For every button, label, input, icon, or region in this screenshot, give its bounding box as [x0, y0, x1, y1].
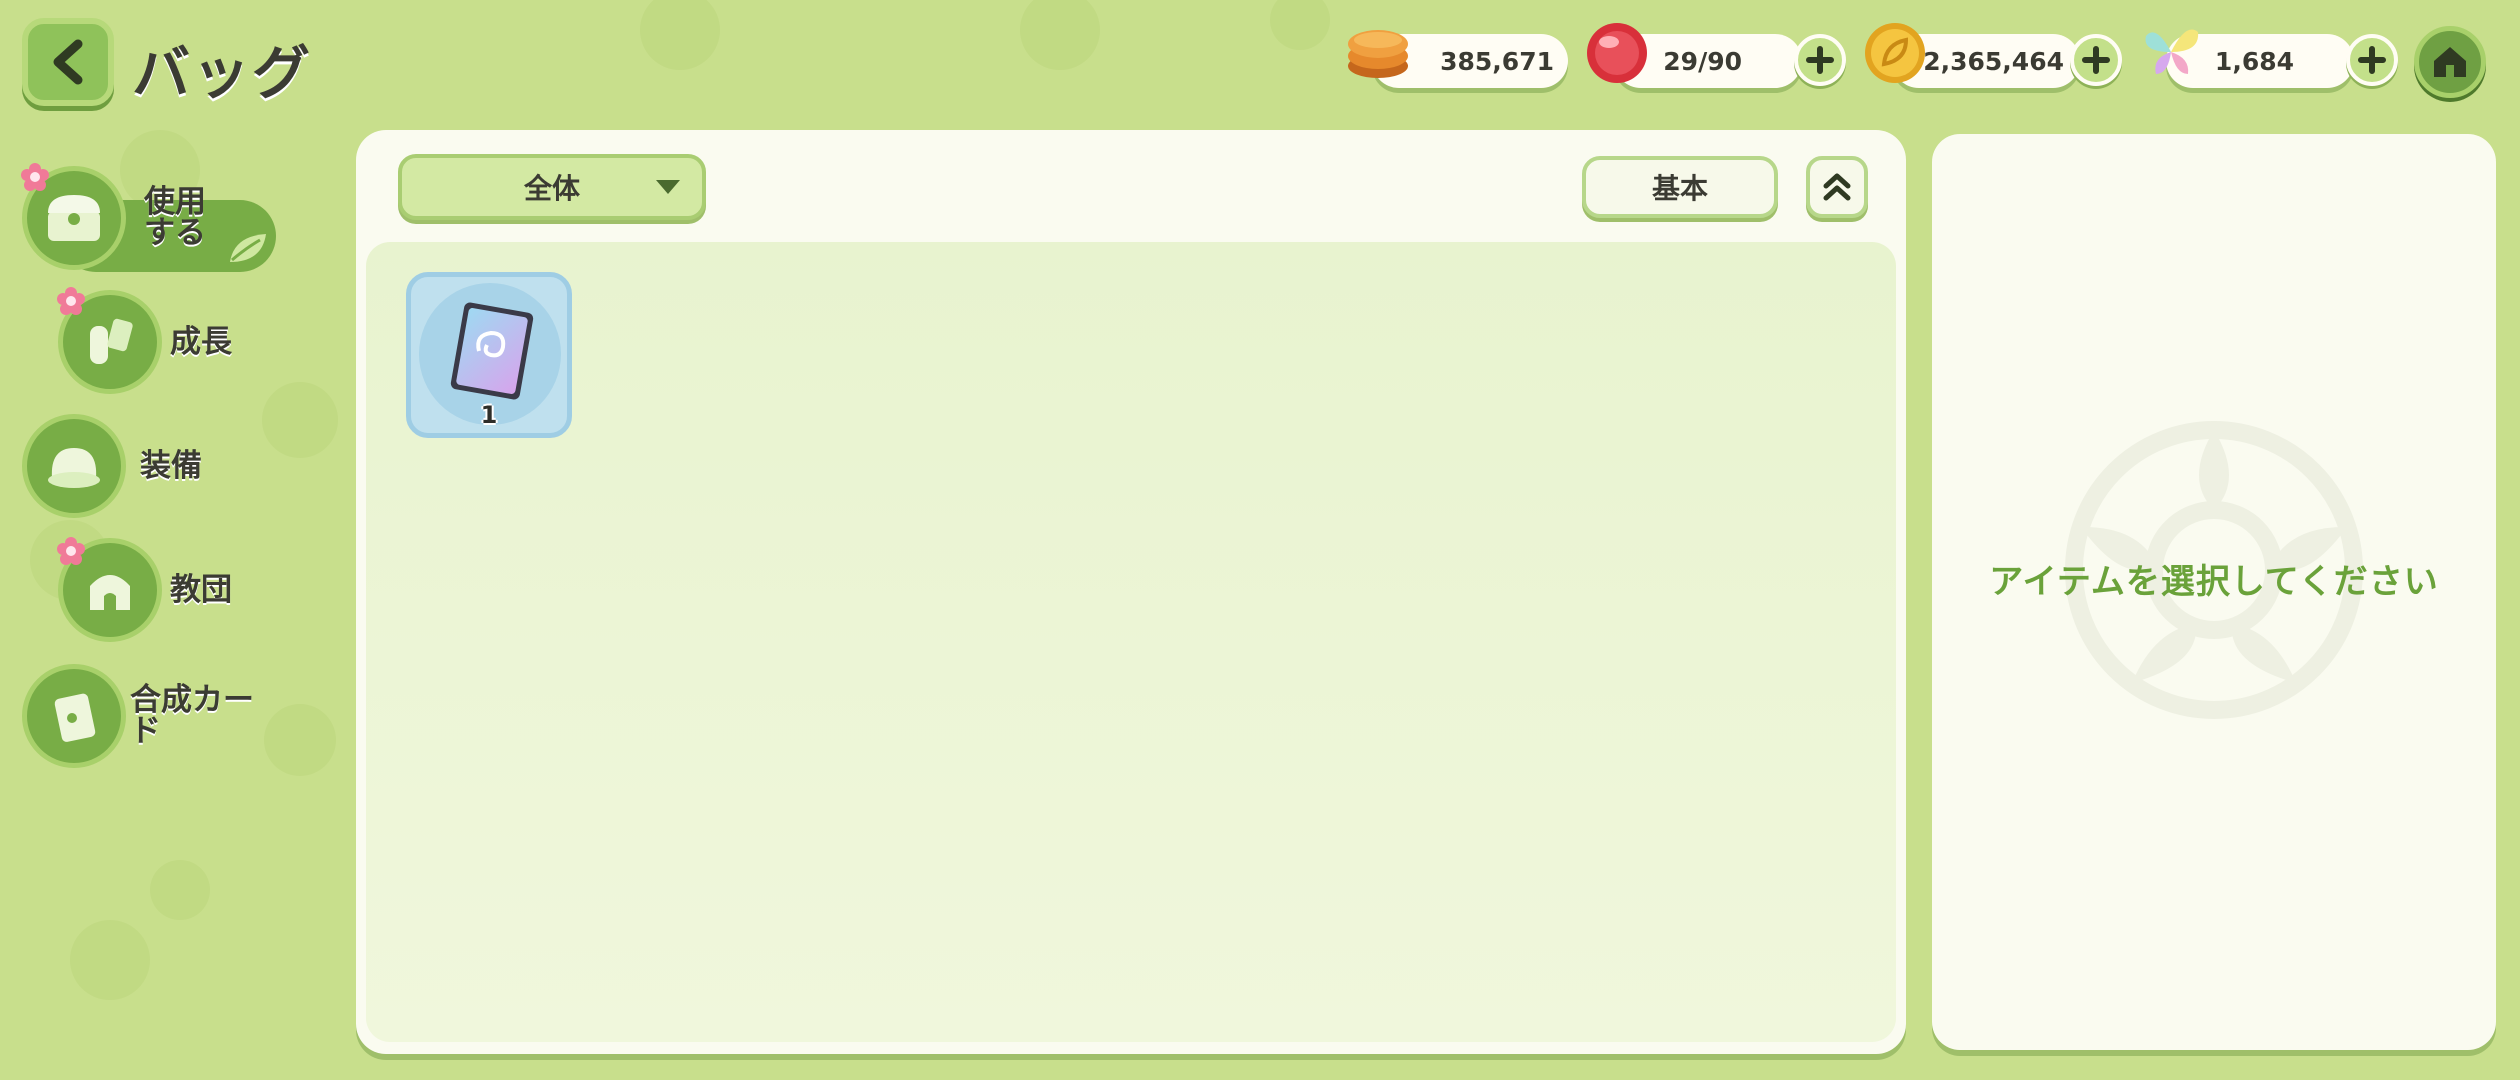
- sidebar-icon-circle: [22, 664, 126, 768]
- plus-icon: [2358, 46, 2386, 74]
- gold-leaf-coin-icon: [1865, 23, 1925, 83]
- sort-button[interactable]: 基本: [1582, 156, 1778, 218]
- sidebar-item-label: 装備: [140, 447, 202, 484]
- sidebar-item-label: 使用する: [144, 184, 206, 251]
- crystal-plus-button[interactable]: [2346, 34, 2398, 86]
- collapse-button[interactable]: [1806, 156, 1868, 218]
- gold-plus-button[interactable]: [2070, 34, 2122, 86]
- sidebar-item-equipment[interactable]: 装備: [22, 414, 202, 518]
- plus-icon: [1806, 46, 1834, 74]
- select-item-hint: アイテムを選択してください: [1989, 562, 2439, 602]
- sidebar-item-label: 教団: [170, 571, 232, 608]
- triangle-down-icon: [656, 180, 680, 194]
- page-title: バッグ: [132, 39, 313, 107]
- notification-flower-icon: [57, 537, 85, 565]
- sidebar-item-label: 成長: [170, 323, 232, 360]
- item-slot[interactable]: 1: [406, 272, 572, 438]
- home-button[interactable]: [2414, 26, 2486, 98]
- hat-icon: [48, 448, 100, 488]
- sidebar-item-label: 合成カード: [130, 682, 254, 749]
- plus-icon: [2082, 46, 2110, 74]
- pancake-icon: [1348, 30, 1408, 78]
- red-orb-icon: [1587, 23, 1647, 83]
- home-icon: [2434, 47, 2466, 77]
- chapel-icon: [90, 575, 130, 610]
- resource-food-value: 385,671: [1440, 46, 1554, 76]
- double-chevron-up-icon: [1823, 173, 1851, 201]
- resource-stamina-value: 29/90: [1663, 46, 1742, 76]
- item-count: 1: [480, 401, 498, 429]
- leaf-icon: [230, 234, 266, 262]
- potion-icon: [90, 318, 133, 364]
- category-filter-dropdown[interactable]: 全体: [398, 154, 706, 220]
- sidebar-item-use[interactable]: 使用する: [22, 166, 216, 270]
- notification-flower-icon: [57, 287, 85, 315]
- chevron-left-icon: [53, 39, 83, 85]
- stamina-plus-button[interactable]: [1794, 34, 1846, 86]
- sidebar-item-synthesis-card[interactable]: 合成カード: [22, 664, 280, 768]
- summon-ticket-icon: [450, 302, 534, 400]
- sidebar-icon-circle: [22, 414, 126, 518]
- resource-gold-value: 2,365,464: [1923, 46, 2064, 76]
- back-button[interactable]: [22, 18, 114, 106]
- card-icon: [54, 693, 96, 742]
- item-grid-area: [366, 242, 1896, 1042]
- treasure-chest-icon: [48, 195, 100, 241]
- resource-crystal-value: 1,684: [2214, 46, 2294, 76]
- sort-label: 基本: [1651, 172, 1708, 205]
- notification-flower-icon: [21, 163, 49, 191]
- rainbow-butterfly-icon: [2145, 29, 2199, 74]
- category-filter-label: 全体: [523, 172, 580, 205]
